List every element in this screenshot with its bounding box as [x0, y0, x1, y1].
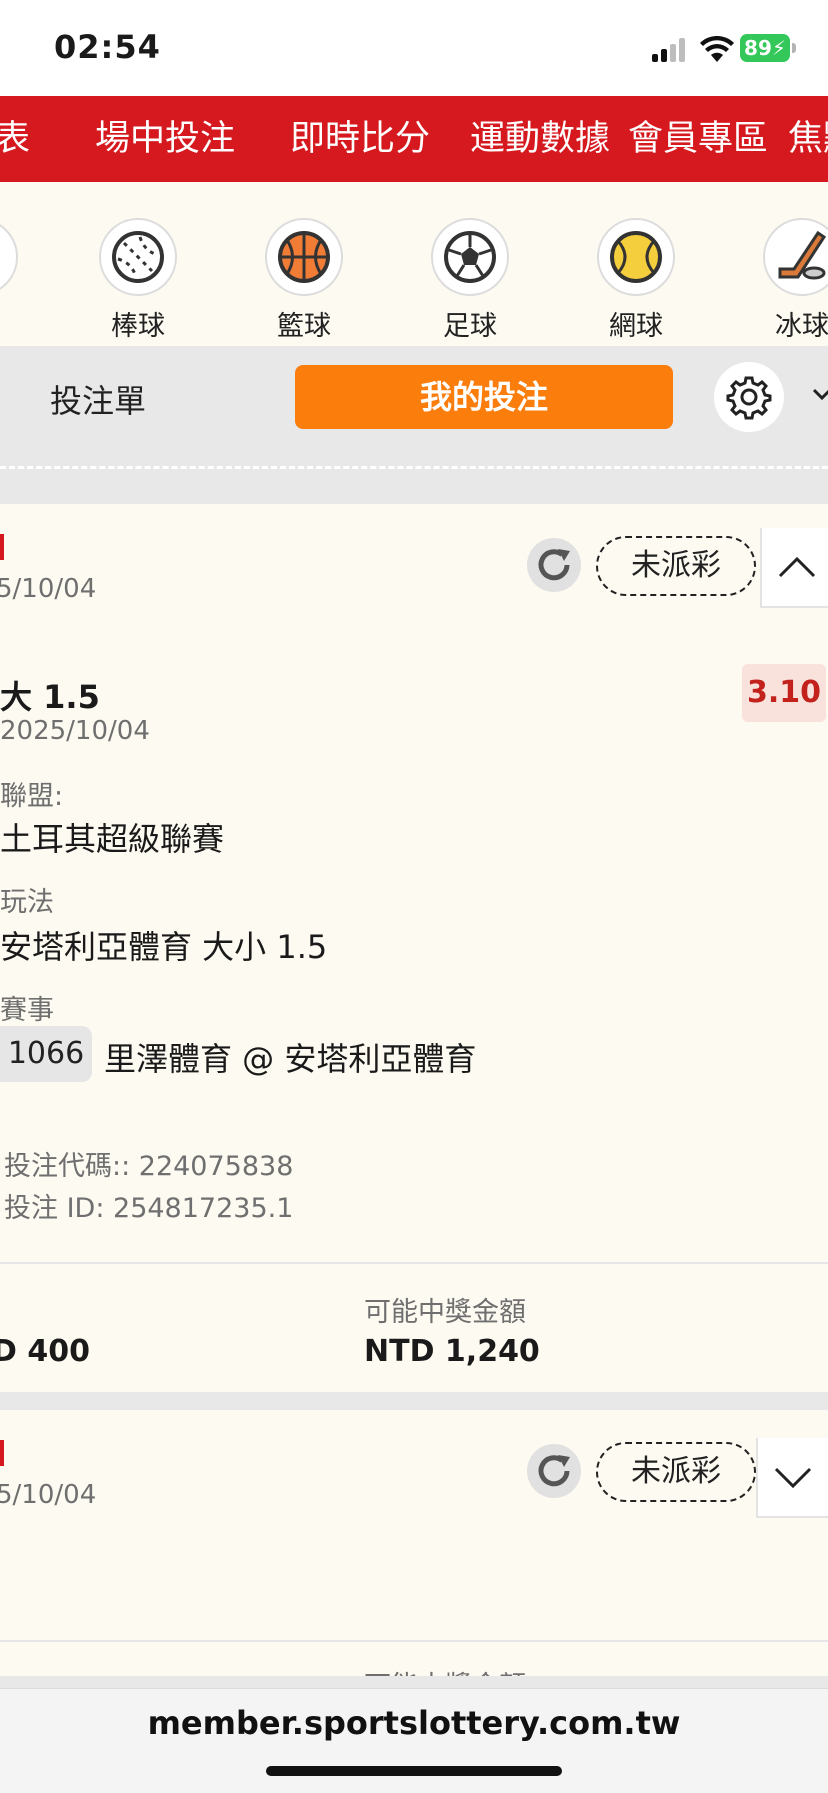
- sports-strip: 棒球 籃球 足球 網球 冰球: [0, 182, 828, 346]
- divider: [0, 466, 828, 469]
- sport-label: 棒球: [111, 311, 165, 342]
- stake-amount: D 400: [0, 1334, 90, 1369]
- potential-payout-label: 可能中獎金額: [364, 1297, 526, 1328]
- settings-button[interactable]: [714, 362, 784, 432]
- sport-label: 冰球: [775, 311, 828, 342]
- event-code: 1066: [0, 1026, 92, 1082]
- potential-payout: NTD 1,240: [364, 1334, 540, 1369]
- soccer-ball-icon: [431, 218, 509, 296]
- battery-level: 89: [744, 36, 772, 60]
- expand-button[interactable]: [756, 1438, 828, 1518]
- sport-item-partial[interactable]: [0, 218, 18, 296]
- status-badge: 未派彩: [596, 1442, 756, 1502]
- status-time: 02:54: [54, 28, 161, 66]
- sport-item-ice-hockey[interactable]: 冰球: [747, 218, 828, 343]
- bet-date: 2025/10/04: [0, 716, 150, 746]
- odds-badge: 3.10: [742, 664, 826, 722]
- top-nav: 賽表 場中投注 即時比分 運動數據 會員專區 焦點: [0, 96, 828, 182]
- market-label: 玩法: [0, 887, 54, 918]
- sport-item-soccer[interactable]: 足球: [415, 218, 525, 343]
- chevron-down-icon: [774, 1467, 812, 1488]
- bet-marker: [0, 534, 4, 560]
- card-separator: [0, 1676, 828, 1688]
- wifi-icon: [700, 35, 734, 62]
- nav-item-schedule[interactable]: 賽表: [0, 96, 30, 182]
- bet-header-date: 5/10/04: [0, 1480, 97, 1510]
- bet-id: 投注 ID: 254817235.1: [4, 1193, 294, 1224]
- refresh-button[interactable]: [527, 538, 581, 592]
- nav-item-sports-data[interactable]: 運動數據: [470, 96, 610, 182]
- market-name: 安塔利亞體育 大小 1.5: [0, 928, 328, 966]
- sport-item-basketball[interactable]: 籃球: [249, 218, 359, 343]
- divider: [0, 1262, 828, 1264]
- nav-item-live-betting[interactable]: 場中投注: [95, 96, 235, 182]
- basketball-icon: [265, 218, 343, 296]
- nav-item-member-zone[interactable]: 會員專區: [628, 96, 768, 182]
- nav-item-focus[interactable]: 焦點: [788, 96, 828, 182]
- sport-label: 足球: [443, 311, 497, 342]
- card-separator: [0, 1392, 828, 1410]
- tennis-ball-icon: [597, 218, 675, 296]
- refresh-icon: [538, 549, 570, 581]
- refresh-button[interactable]: [527, 1444, 581, 1498]
- bet-code: 投注代碼:: 224075838: [4, 1151, 294, 1182]
- status-badge: 未派彩: [596, 536, 756, 596]
- battery-icon: 89⚡: [740, 34, 790, 62]
- sport-item-tennis[interactable]: 網球: [581, 218, 691, 343]
- gear-icon: [726, 376, 772, 420]
- league-label: 聯盟:: [0, 781, 64, 812]
- divider: [0, 1640, 828, 1642]
- ice-hockey-icon: [763, 218, 828, 296]
- bet-marker: [0, 1440, 4, 1466]
- bet-selection: 大 1.5: [0, 678, 100, 716]
- sport-label: 網球: [609, 311, 663, 342]
- event-label: 賽事: [0, 995, 54, 1026]
- url-text[interactable]: member.sportslottery.com.tw: [0, 1704, 828, 1742]
- refresh-icon: [538, 1455, 570, 1487]
- collapse-button[interactable]: [760, 528, 828, 608]
- home-indicator[interactable]: [266, 1766, 562, 1776]
- bet-header-date: 5/10/04: [0, 574, 97, 604]
- league-name: 土耳其超級聯賽: [0, 820, 225, 858]
- status-bar: 02:54 89⚡: [0, 0, 828, 96]
- tab-my-bets[interactable]: 我的投注: [295, 365, 673, 429]
- chevron-down-icon[interactable]: [812, 384, 828, 408]
- event-name: 里澤體育 @ 安塔利亞體育: [104, 1040, 477, 1078]
- tab-betslip[interactable]: 投注單: [50, 376, 146, 422]
- chevron-up-icon: [778, 556, 816, 578]
- sport-label: 籃球: [277, 311, 331, 342]
- sport-item-baseball[interactable]: 棒球: [83, 218, 193, 343]
- nav-item-live-scores[interactable]: 即時比分: [290, 96, 430, 182]
- baseball-icon: [99, 218, 177, 296]
- battery-cap: [792, 43, 796, 53]
- cellular-signal-icon: [652, 38, 688, 62]
